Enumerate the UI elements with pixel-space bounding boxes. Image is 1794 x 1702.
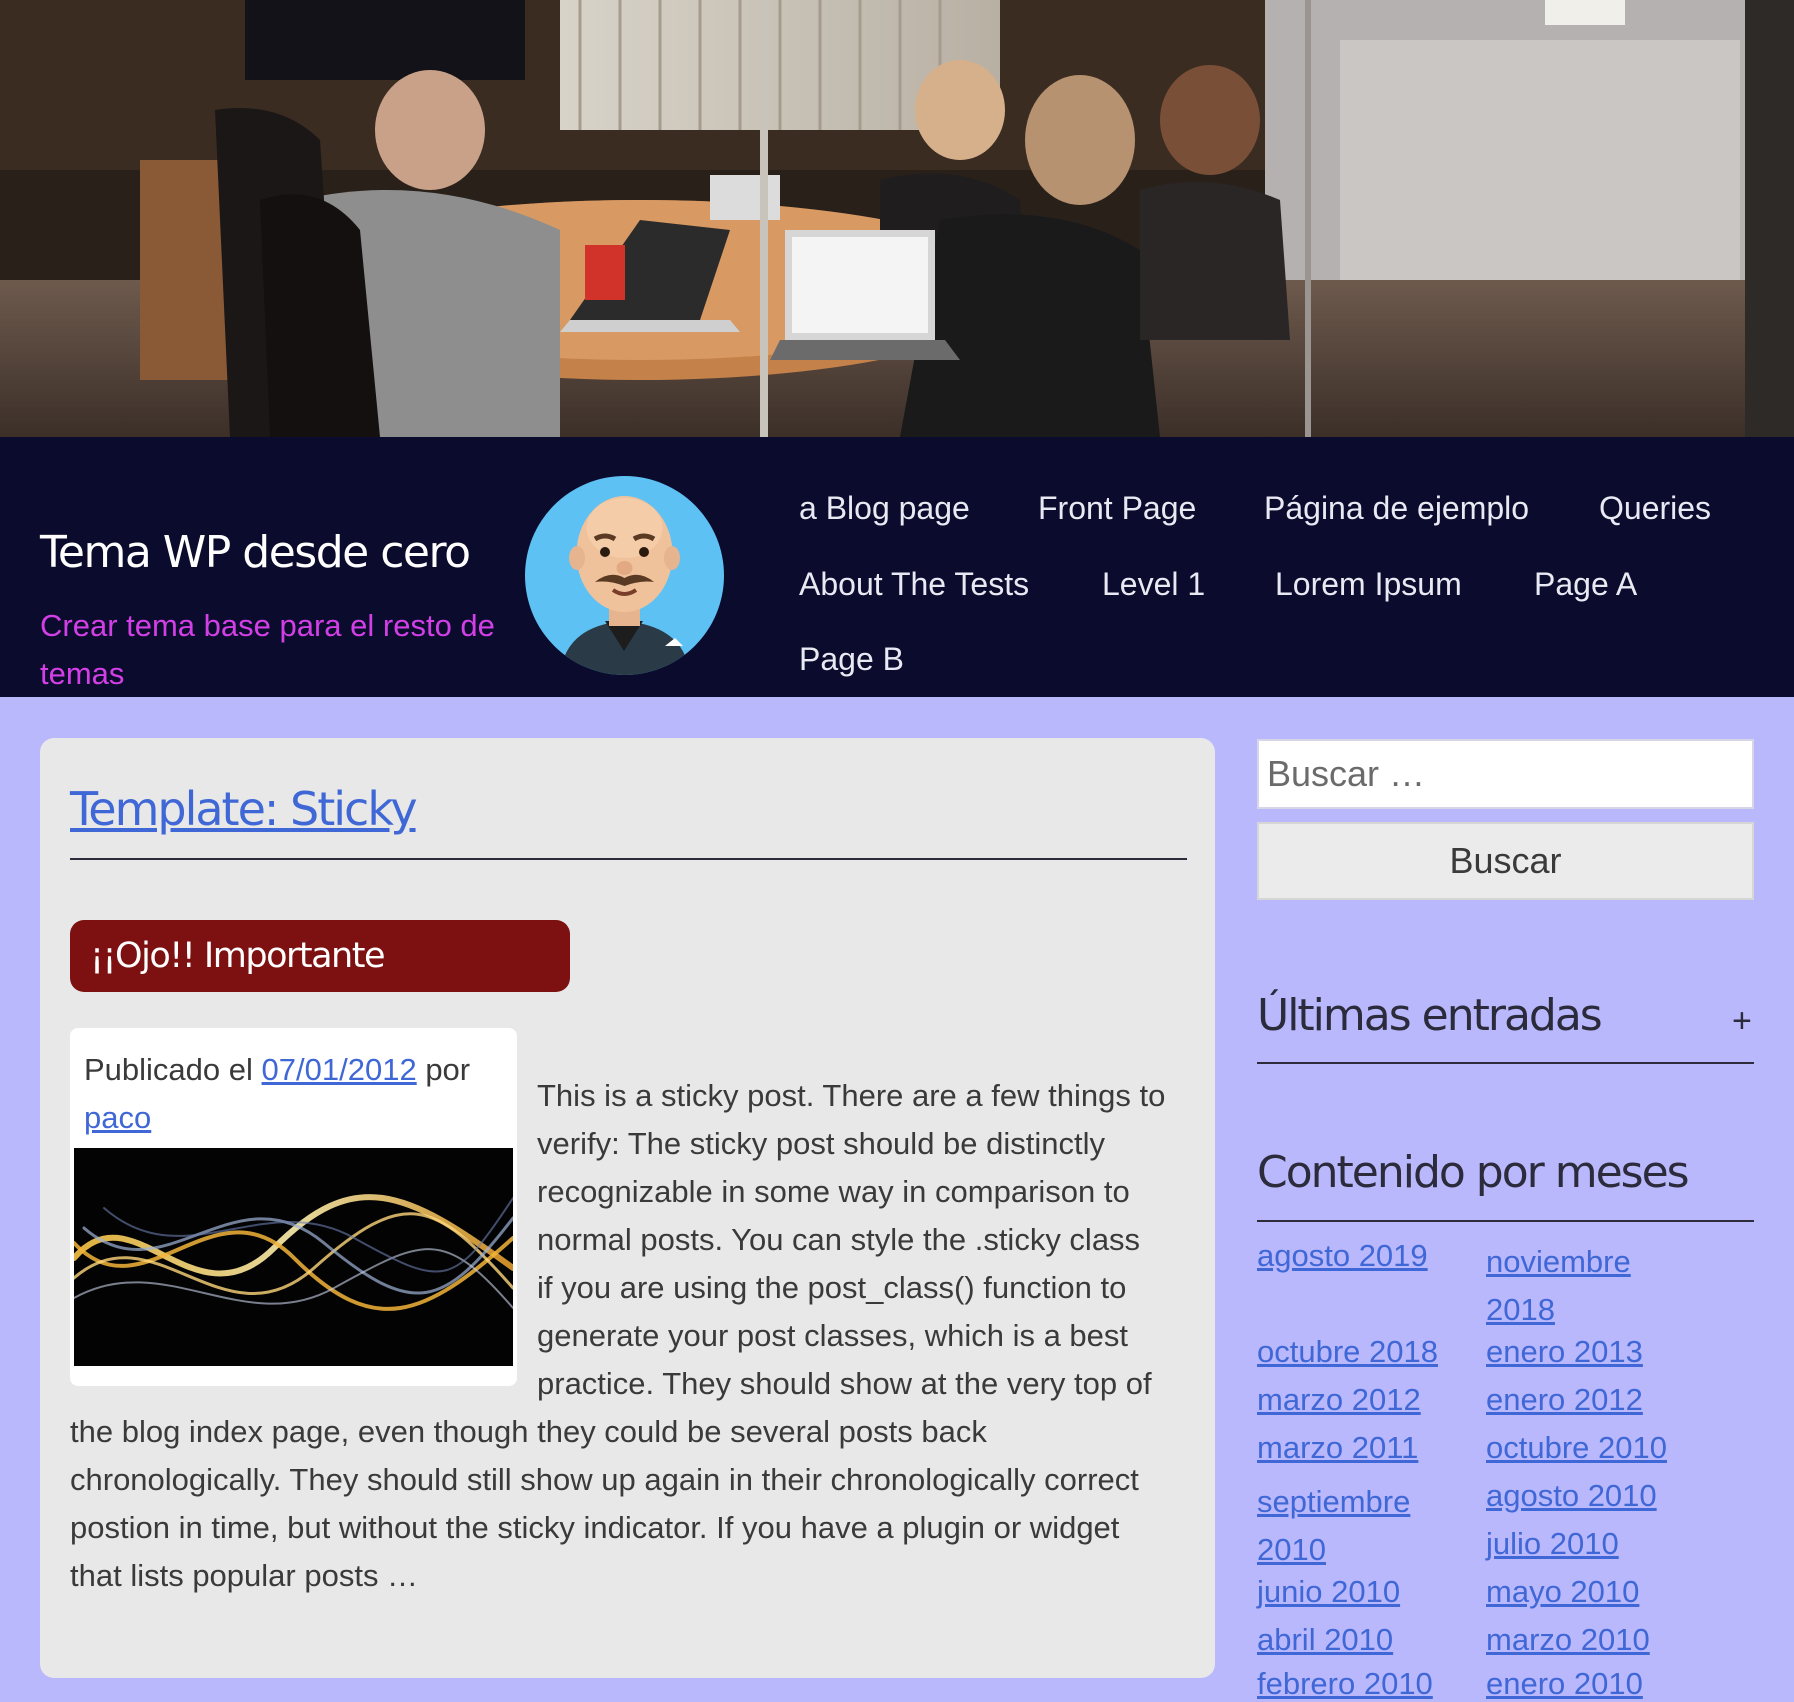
search-button[interactable]: Buscar [1257,822,1754,900]
excerpt-line: recognizable in some way in comparison t… [537,1174,1130,1209]
post-meta: Publicado el 07/01/2012 por paco [84,1046,504,1142]
post-thumbnail[interactable] [74,1148,513,1366]
meta-by: por [425,1052,471,1087]
archive-link[interactable]: marzo 2010 [1486,1622,1650,1658]
archive-link[interactable]: junio 2010 [1257,1574,1400,1610]
archive-link[interactable]: octubre 2018 [1257,1334,1438,1370]
archive-link[interactable]: noviembre 2018 [1486,1238,1686,1334]
archive-title: Contenido por meses [1257,1147,1690,1198]
header-image [0,0,1794,437]
archive-link[interactable]: mayo 2010 [1486,1574,1639,1610]
search-input[interactable] [1257,739,1754,809]
nav-item-level-1[interactable]: Level 1 [1102,566,1205,603]
nav-item-page-b[interactable]: Page B [799,641,904,678]
excerpt-line: chronologically. They should still show … [70,1462,1139,1497]
post-author-link[interactable]: paco [84,1100,151,1135]
archive-link[interactable]: abril 2010 [1257,1622,1393,1658]
archive-link[interactable]: marzo 2011 [1257,1430,1418,1466]
archive-link[interactable]: septiembre 2010 [1257,1478,1467,1574]
nav-item-queries[interactable]: Queries [1599,490,1711,527]
archive-link[interactable]: enero 2013 [1486,1334,1643,1370]
archive-link[interactable]: enero 2010 [1486,1666,1643,1702]
excerpt-line: if you are using the post_class() functi… [537,1270,1127,1305]
site-title[interactable]: Tema WP desde cero [40,527,471,578]
nav-item-about-the-tests[interactable]: About The Tests [799,566,1029,603]
excerpt-line: practice. They should show at the very t… [537,1366,1152,1401]
archive-link[interactable]: agosto 2010 [1486,1478,1657,1514]
excerpt-line: normal posts. You can style the .sticky … [537,1222,1141,1257]
archive-link[interactable]: marzo 2012 [1257,1382,1421,1418]
archive-link[interactable]: octubre 2010 [1486,1430,1667,1466]
recent-posts-divider [1257,1062,1754,1064]
excerpt-line: verify: The sticky post should be distin… [537,1126,1106,1161]
archive-link[interactable]: febrero 2010 [1257,1666,1433,1702]
site-tagline: Crear tema base para el resto de temas [40,608,495,691]
sticky-badge-label: ¡¡Ojo!! Importante [90,936,385,976]
excerpt-line: This is a sticky post. There are a few t… [537,1078,1166,1113]
nav-item-lorem-ipsum[interactable]: Lorem Ipsum [1275,566,1462,603]
avatar [525,476,724,675]
excerpt-line: the blog index page, even though they co… [70,1414,987,1449]
nav-item-page-a[interactable]: Page A [1534,566,1637,603]
sticky-badge: ¡¡Ojo!! Importante [70,920,570,992]
meta-prefix: Publicado el [84,1052,253,1087]
excerpt-line: that lists popular posts … [70,1558,419,1593]
post-date-link[interactable]: 07/01/2012 [262,1052,417,1087]
archive-link[interactable]: julio 2010 [1486,1526,1619,1562]
nav-item-blog-page[interactable]: a Blog page [799,490,970,527]
expand-toggle-icon[interactable]: + [1732,1002,1752,1041]
excerpt-line: generate your post classes, which is a b… [537,1318,1129,1353]
recent-posts-title: Últimas entradas [1257,990,1603,1041]
archive-link[interactable]: enero 2012 [1486,1382,1643,1418]
post-meta-box: Publicado el 07/01/2012 por paco [70,1028,517,1386]
post-title-link[interactable]: Template: Sticky [70,782,418,836]
nav-item-pagina-de-ejemplo[interactable]: Página de ejemplo [1264,490,1529,527]
nav-item-front-page[interactable]: Front Page [1038,490,1196,527]
excerpt-line: postion in time, but without the sticky … [70,1510,1120,1545]
archive-link[interactable]: agosto 2019 [1257,1238,1428,1274]
archive-divider [1257,1220,1754,1222]
title-divider [70,858,1187,860]
